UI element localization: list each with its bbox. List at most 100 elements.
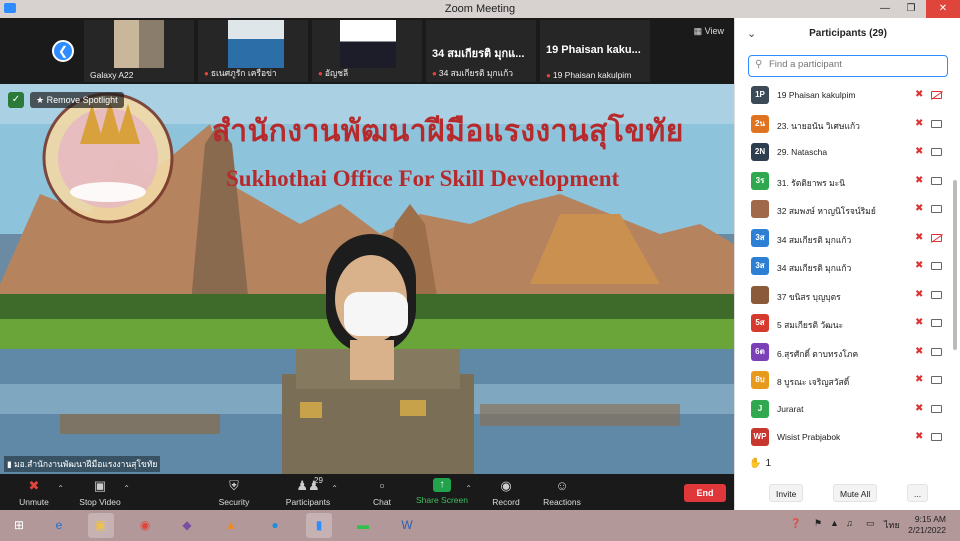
gallery-prev-button[interactable]: ❮ [52,40,74,62]
search-input[interactable] [769,59,939,70]
tray-flag-icon[interactable]: ⚑ [814,518,822,529]
end-meeting-button[interactable]: End [684,484,726,502]
file-explorer-icon[interactable]: ▣ [88,513,114,538]
raised-hands: ✋ 1 [749,458,772,469]
share-screen-button[interactable]: ↑ Share Screen ⌃ [414,478,472,505]
panel-header: ⌄ Participants (29) [735,18,960,50]
security-button[interactable]: ⛨ Security [206,478,262,507]
participant-name: 34 สมเกียรติ มุกแก้ว [777,234,852,245]
participants-count: 29 [314,476,323,485]
participant-row[interactable]: 37 ขนิสร บุญบุตร ✖ [735,282,955,311]
invite-button[interactable]: Invite [769,484,804,502]
chrome-icon[interactable]: ◉ [132,513,158,538]
chat-button[interactable]: ▫ Chat [354,478,410,507]
video-tile[interactable]: Galaxy A22 [84,20,194,82]
view-button[interactable]: ▦ View [694,26,724,37]
muted-mic-icon: ● [318,69,323,78]
chevron-up-icon[interactable]: ⌃ [465,484,472,493]
participant-row[interactable]: WP Wisist Prabjabok ✖ [735,424,955,453]
video-camera-icon [931,433,942,441]
panel-scrollbar[interactable] [953,180,957,350]
vlc-icon[interactable]: ▲ [218,513,244,538]
mute-all-button[interactable]: Mute All [833,484,878,502]
language-indicator[interactable]: ไทย [884,518,900,532]
video-tile[interactable]: ● อัญชลี [312,20,422,82]
video-feed [228,20,284,68]
muted-mic-icon: ✖ [915,146,924,157]
app-icon[interactable]: ◆ [174,513,200,538]
word-icon[interactable]: W [394,513,420,538]
video-tile[interactable]: ● ธเนศภูรัก เครือข่า [198,20,308,82]
video-camera-icon [931,205,942,213]
muted-mic-icon: ✖ [915,288,924,300]
volume-icon[interactable]: ♫ [846,518,853,528]
avatar: 3ร [751,171,769,190]
video-off-icon [931,233,942,242]
participant-name: 8 บูรณะ เจริญสวัสดิ์ [777,377,850,387]
tile-big-name: 34 สมเกียรติ มุกแ... [432,48,525,60]
participant-row[interactable]: 6ต 6.สุรศักดิ์ ตาบทรงโภค ✖ [735,339,955,368]
security-shield-icon: ✓ [8,92,24,108]
participant-name: 6.สุรศักดิ์ ตาบทรงโภค [777,348,859,359]
minimize-button[interactable]: — [872,0,898,18]
muted-mic-icon: ● [432,69,437,78]
unmute-button[interactable]: ✖ Unmute ⌃ [6,478,64,507]
muted-mic-icon: ✖ [915,402,924,414]
share-screen-icon: ↑ [433,478,451,492]
participants-button[interactable]: ♟♟ 29 Participants ⌃ [280,476,338,507]
chevron-up-icon[interactable]: ⌃ [331,484,338,493]
participant-row[interactable]: 2น 23. นายอนัน วิเศษแก้ว ✖ [735,111,955,140]
tile-big-name: 19 Phaisan kaku... [546,44,641,56]
participant-row[interactable]: J Jurarat ✖ [735,396,955,425]
muted-mic-icon: ● [204,69,209,78]
help-icon[interactable]: ❓ [790,518,801,529]
record-icon: ◉ [500,478,512,493]
participant-name: 31. รัตติยาพร มะนิ [777,177,846,188]
zoom-taskbar-icon[interactable]: ▮ [306,513,332,538]
reactions-button[interactable]: ☺ Reactions [534,478,590,507]
video-camera-icon [931,176,942,185]
video-tile[interactable]: 19 Phaisan kaku... ● 19 Phaisan kakulpim [540,20,650,82]
spotlight-video[interactable]: ✓ ★ Remove Spotlight สำนักงานพัฒนาฝีมือแ… [0,84,734,474]
chevron-up-icon[interactable]: ⌃ [57,484,64,493]
video-camera-icon [931,404,942,413]
grid-icon: ▦ [693,26,703,36]
clock-time: 9:15 AM [914,514,946,524]
close-button[interactable]: ✕ [926,0,960,18]
participant-row[interactable]: 2N 29. Natascha ✖ [735,139,955,168]
video-camera-icon [931,376,942,384]
network-icon[interactable]: ▭ [866,518,875,529]
participant-search[interactable]: ⚲ [748,55,948,77]
participant-row[interactable]: 3ส 34 สมเกียรติ มุกแก้ว ✖ [735,253,955,282]
remove-spotlight-button[interactable]: ★ Remove Spotlight [30,92,124,108]
reactions-icon: ☺ [555,478,569,493]
more-button[interactable]: ... [907,484,929,502]
record-button[interactable]: ◉ Record [478,478,534,507]
chat-icon: ▫ [379,478,385,493]
clock-date: 2/21/2022 [908,525,946,535]
participant-row[interactable]: 8บ 8 บูรณะ เจริญสวัสดิ์ ✖ [735,367,955,396]
participant-row[interactable]: 32 สมพงษ์ หาญนิโรจน์ริมย์ ✖ [735,196,955,225]
avatar: WP [751,428,769,446]
participant-row[interactable]: 1P 19 Phaisan kakulpim ✖ [735,82,955,111]
line-icon[interactable]: ▬ [350,513,376,538]
shield-icon: ⛨ [229,478,239,493]
participant-row[interactable]: 3ส 34 สมเกียรติ มุกแก้ว ✖ [735,225,955,254]
muted-mic-icon: ● [546,71,551,80]
system-clock[interactable]: 9:15 AM 2/21/2022 [908,514,946,536]
participant-row[interactable]: 3ร 31. รัตติยาพร มะนิ ✖ [735,168,955,197]
internet-explorer-icon[interactable]: e [46,513,72,538]
video-camera-icon [931,290,942,299]
avatar [751,200,769,218]
video-tile[interactable]: 34 สมเกียรติ มุกแ... ● 34 สมเกียรติ มุกแก… [426,20,536,82]
participant-row[interactable]: 5ส 5 สมเกียรติ วัฒนะ ✖ [735,310,955,339]
window-title: Zoom Meeting [444,3,516,15]
windows-start-icon[interactable]: ⊞ [6,513,32,538]
video-camera-icon [931,148,942,156]
video-feed [114,20,164,68]
tray-arrow-icon[interactable]: ▲ [830,518,839,528]
chevron-up-icon[interactable]: ⌃ [123,484,130,493]
stop-video-button[interactable]: ▣ Stop Video ⌃ [72,478,130,507]
restore-button[interactable]: ❐ [898,0,924,18]
edge-icon[interactable]: ● [262,513,288,538]
